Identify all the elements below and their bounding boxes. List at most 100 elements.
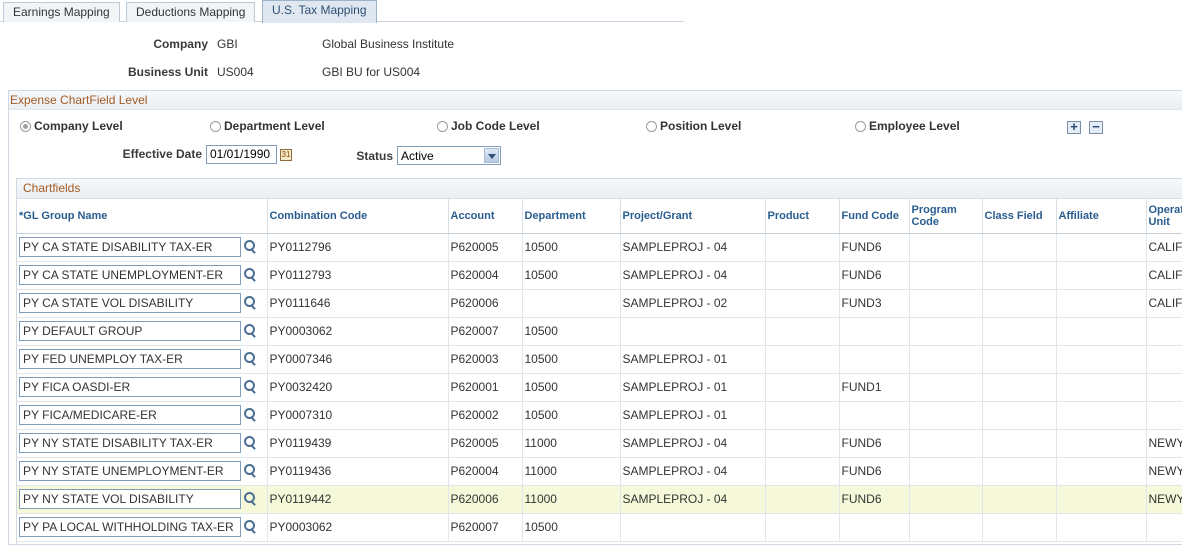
column-header[interactable]: *GL Group Name [17, 199, 268, 234]
effective-date-input[interactable]: 01/01/1990 [206, 145, 277, 164]
gl-group-name-input[interactable]: PY NY STATE DISABILITY TAX-ER [19, 433, 241, 453]
radio-job-code-level[interactable]: Job Code Level [437, 119, 540, 133]
table-cell: P620007 [448, 513, 523, 542]
calendar-icon[interactable]: 31 [280, 149, 292, 161]
table-cell [1146, 401, 1182, 430]
table-cell [909, 429, 983, 458]
table-cell [909, 485, 983, 514]
gl-group-name-input[interactable]: PY FICA/MEDICARE-ER [19, 405, 241, 425]
column-header[interactable]: Operating Unit [1146, 199, 1182, 234]
gl-group-cell: PY CA STATE UNEMPLOYMENT-ER [17, 261, 268, 290]
column-header[interactable]: Combination Code [267, 199, 449, 234]
radio-company-level[interactable]: Company Level [20, 119, 123, 133]
tab-label: U.S. Tax Mapping [272, 3, 367, 17]
add-row-button[interactable]: + [1067, 120, 1081, 134]
gl-group-name-input[interactable]: PY CA STATE DISABILITY TAX-ER [19, 237, 241, 257]
search-icon[interactable] [242, 491, 258, 507]
delete-row-button[interactable]: − [1089, 120, 1103, 134]
column-header[interactable]: Affiliate [1056, 199, 1147, 234]
table-cell: NEWY [1146, 429, 1182, 458]
search-icon[interactable] [242, 519, 258, 535]
table-cell [909, 345, 983, 374]
gl-group-cell: PY FICA/MEDICARE-ER [17, 401, 268, 430]
column-header[interactable]: Class Field [982, 199, 1057, 234]
table-cell [765, 401, 840, 430]
table-cell: 10500 [522, 317, 621, 346]
table-cell [909, 457, 983, 486]
table-cell: 11000 [522, 485, 621, 514]
table-cell [982, 401, 1057, 430]
radio-department-level[interactable]: Department Level [210, 119, 325, 133]
table-cell: 10500 [522, 401, 621, 430]
column-header[interactable]: Account [448, 199, 523, 234]
search-icon[interactable] [242, 407, 258, 423]
gl-group-name-input[interactable]: PY CA STATE VOL DISABILITY [19, 293, 241, 313]
radio-icon [855, 120, 866, 132]
radio-label: Employee Level [869, 119, 960, 133]
tab-us-tax-mapping[interactable]: U.S. Tax Mapping [262, 0, 377, 23]
radio-position-level[interactable]: Position Level [646, 119, 741, 133]
search-icon[interactable] [242, 463, 258, 479]
gl-group-name-input[interactable]: PY DEFAULT GROUP [19, 321, 241, 341]
search-icon[interactable] [242, 267, 258, 283]
table-cell: P620001 [448, 373, 523, 402]
table-cell [982, 345, 1057, 374]
gl-group-name-input[interactable]: PY PA LOCAL WITHHOLDING TAX-ER [19, 517, 241, 537]
gl-group-name-input[interactable]: PY CA STATE UNEMPLOYMENT-ER [19, 265, 241, 285]
column-header[interactable]: Product [765, 199, 840, 234]
table-cell [839, 345, 910, 374]
search-icon[interactable] [242, 239, 258, 255]
table-cell [1056, 485, 1147, 514]
radio-label: Company Level [34, 119, 123, 133]
radio-label: Job Code Level [451, 119, 540, 133]
group-title: Expense ChartField Level [9, 91, 1182, 110]
table-cell: PY0003062 [267, 513, 449, 542]
table-cell: PY0119442 [267, 485, 449, 514]
table-cell: P620004 [448, 261, 523, 290]
search-icon[interactable] [242, 379, 258, 395]
tab-earnings-mapping[interactable]: Earnings Mapping [3, 2, 120, 22]
tab-deductions-mapping[interactable]: Deductions Mapping [126, 2, 256, 22]
table-cell [982, 485, 1057, 514]
gl-group-cell: PY DEFAULT GROUP [17, 317, 268, 346]
table-cell: 11000 [522, 457, 621, 486]
table-cell: SAMPLEPROJ - 04 [620, 233, 766, 262]
radio-icon [210, 120, 221, 132]
search-icon[interactable] [242, 435, 258, 451]
radio-icon [646, 120, 657, 132]
table-cell: 11000 [522, 429, 621, 458]
table-cell: 10500 [522, 513, 621, 542]
table-cell [982, 233, 1057, 262]
column-header[interactable]: Fund Code [839, 199, 910, 234]
gl-group-name-input[interactable]: PY NY STATE VOL DISABILITY [19, 489, 241, 509]
table-row: PY DEFAULT GROUP PY0003062 P620007 10500 [17, 317, 1182, 346]
gl-group-name-input[interactable]: PY FED UNEMPLOY TAX-ER [19, 349, 241, 369]
radio-employee-level[interactable]: Employee Level [855, 119, 960, 133]
status-selected-value: Active [401, 149, 434, 163]
column-header[interactable]: Project/Grant [620, 199, 766, 234]
table-cell: NEWY [1146, 485, 1182, 514]
table-cell: SAMPLEPROJ - 04 [620, 485, 766, 514]
table-cell: FUND3 [839, 289, 910, 318]
table-cell: P620006 [448, 289, 523, 318]
gl-group-name-input[interactable]: PY NY STATE UNEMPLOYMENT-ER [19, 461, 241, 481]
table-cell [909, 401, 983, 430]
table-cell: PY0119436 [267, 457, 449, 486]
column-header[interactable]: Program Code [909, 199, 983, 234]
search-icon[interactable] [242, 295, 258, 311]
company-name: Global Business Institute [322, 37, 455, 51]
column-header[interactable]: Department [522, 199, 621, 234]
table-row: PY CA STATE VOL DISABILITY PY0111646 P6200… [17, 289, 1182, 318]
table-cell [1056, 233, 1147, 262]
table-cell [1056, 373, 1147, 402]
status-select[interactable]: Active [397, 146, 501, 165]
table-row: PY FICA/MEDICARE-ER PY0007310 P620002 10500… [17, 401, 1182, 430]
table-cell: CALIF [1146, 233, 1182, 262]
table-cell [839, 513, 910, 542]
search-icon[interactable] [242, 323, 258, 339]
search-icon[interactable] [242, 351, 258, 367]
gl-group-name-input[interactable]: PY FICA OASDI-ER [19, 377, 241, 397]
chartfields-grid: Chartfields *GL Group Name Combination Co… [16, 178, 1182, 545]
table-cell: PY0003062 [267, 317, 449, 346]
table-row: PY PA LOCAL WITHHOLDING TAX-ER PY0003062 P… [17, 513, 1182, 542]
